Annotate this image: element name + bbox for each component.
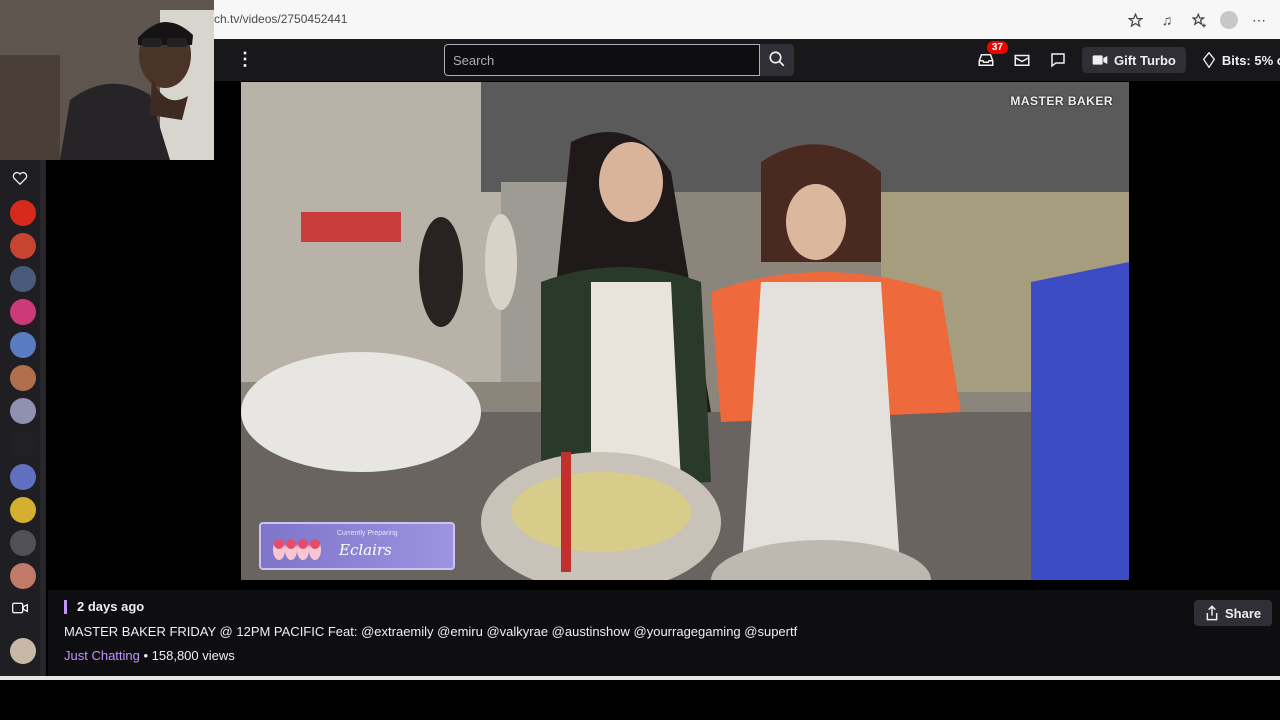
whispers-button[interactable] [1010, 47, 1034, 73]
sidebar-channel-3-avatar[interactable] [10, 266, 36, 292]
search-icon [768, 50, 786, 71]
sidebar-channel-4-avatar[interactable] [10, 299, 36, 325]
bits-button[interactable]: Bits: 5% of [1198, 47, 1280, 73]
chat-button[interactable] [1046, 47, 1070, 73]
search-button[interactable] [760, 44, 794, 76]
url-text[interactable]: ch.tv/videos/2750452441 [214, 12, 347, 26]
category-link[interactable]: Just Chatting [64, 648, 140, 663]
webcam-person-image [0, 0, 214, 160]
sidebar-channel-12-avatar[interactable] [10, 563, 36, 589]
heart-icon[interactable] [12, 170, 28, 189]
share-icon [1206, 605, 1218, 621]
eclairs-icon [273, 539, 321, 560]
share-button[interactable]: Share [1194, 600, 1273, 626]
video-info-panel: 2 days ago MASTER BAKER FRIDAY @ 12PM PA… [48, 590, 1280, 676]
chat-icon [1051, 53, 1065, 68]
star-icon[interactable] [1124, 9, 1146, 31]
sidebar-channel-9-avatar[interactable] [10, 464, 36, 490]
webcam-overlay [0, 0, 214, 160]
search-input[interactable] [444, 44, 760, 76]
nav-right-group: 37 Gift Turbo Bits: 5% of [974, 41, 1280, 73]
profile-icon[interactable] [1220, 11, 1238, 29]
sidebar-channel-10-avatar[interactable] [10, 497, 36, 523]
sidebar-channel-5-avatar[interactable] [10, 332, 36, 358]
gift-turbo-button[interactable]: Gift Turbo [1082, 47, 1186, 73]
favorites-icon[interactable] [1188, 9, 1210, 31]
share-label: Share [1225, 605, 1262, 621]
sidebar-channel-6-avatar[interactable] [10, 365, 36, 391]
sidebar-channel-1g-avatar[interactable] [10, 200, 36, 226]
bits-label: Bits: 5% of [1221, 52, 1280, 68]
video-title: MASTER BAKER FRIDAY @ 12PM PACIFIC Feat:… [64, 624, 798, 639]
sidebar-channel-7-avatar[interactable] [10, 398, 36, 424]
browser-toolbar-icons: ♫ ⋯ [1124, 9, 1270, 31]
search-bar [444, 44, 794, 76]
view-count: • 158,800 views [139, 648, 235, 663]
notifications-badge: 37 [986, 41, 1008, 54]
sidebar-channel-11-avatar[interactable] [10, 530, 36, 556]
upload-date: 2 days ago [64, 600, 144, 614]
camera-icon[interactable] [11, 601, 28, 620]
more-icon[interactable]: ⋯ [1248, 9, 1270, 31]
mail-icon [1014, 54, 1030, 66]
notifications-button[interactable]: 37 [974, 41, 1008, 73]
gift-turbo-label: Gift Turbo [1114, 52, 1176, 68]
sidebar-channel-8-avatar[interactable] [10, 431, 36, 457]
sidebar-channel-13-avatar[interactable] [10, 638, 36, 664]
sidebar-scrollbar[interactable] [40, 160, 45, 676]
video-meta: Just Chatting • 158,800 views [64, 648, 235, 663]
music-icon[interactable]: ♫ [1156, 9, 1178, 31]
banner-subtitle: Currently Preparing [337, 530, 398, 537]
brand-watermark: MASTER BAKER [1010, 94, 1113, 108]
now-preparing-banner: Currently Preparing Eclairs [259, 522, 455, 570]
turbo-icon [1092, 55, 1108, 65]
sidebar-channel-2-avatar[interactable] [10, 233, 36, 259]
more-menu-icon[interactable]: ⋮ [236, 49, 254, 70]
followed-channels-sidebar [0, 160, 46, 676]
window-bottom-edge [0, 676, 1280, 680]
video-player[interactable]: MASTER BAKER Currently Preparing Eclairs [241, 82, 1129, 580]
banner-title: Eclairs [339, 541, 392, 559]
bits-icon [1202, 52, 1216, 68]
kitchen-video-frame [241, 82, 1129, 580]
